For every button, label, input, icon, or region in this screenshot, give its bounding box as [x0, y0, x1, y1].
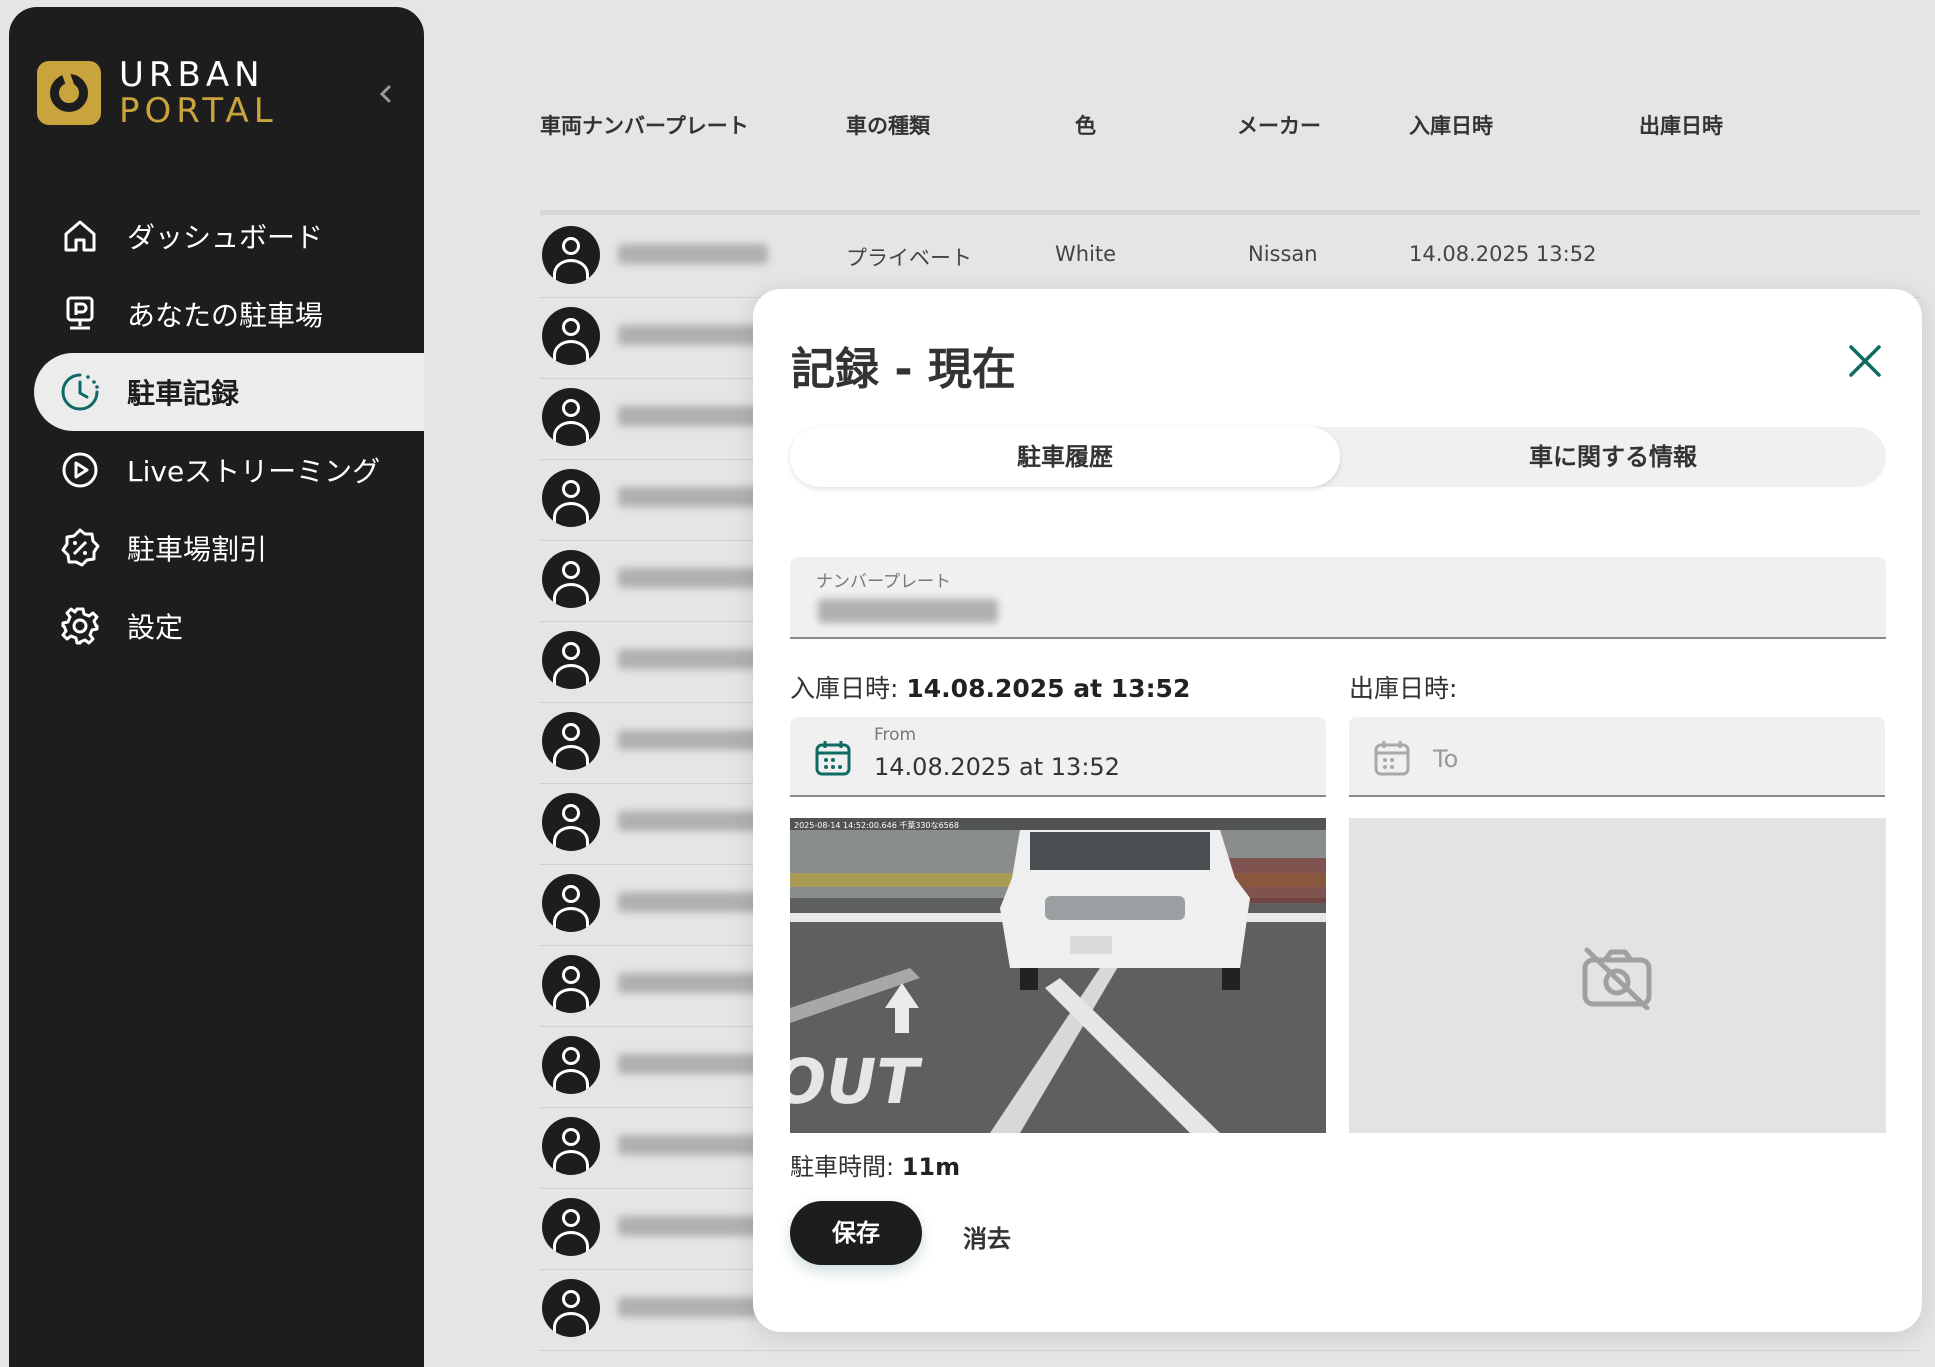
calendar-icon — [815, 741, 851, 776]
sidebar-item-label: ダッシュボード — [127, 221, 324, 254]
avatar-icon — [542, 955, 600, 1013]
parking-camera-image: OUT 2025-08-14 14:52:00.646 千葉330な6568 — [790, 818, 1326, 1133]
blurred-plate — [618, 730, 768, 750]
to-placeholder: To — [1433, 745, 1459, 773]
exit-datetime-label: 出庫日時: — [1349, 674, 1458, 703]
clock-history-icon — [57, 369, 103, 415]
sidebar-item-parking-discount[interactable]: 駐車場割引 — [9, 509, 424, 587]
modal-title: 記録 - 現在 — [791, 344, 1016, 395]
entry-label-text: 入庫日時: — [790, 674, 899, 703]
cell-type: プライベート — [846, 246, 972, 270]
avatar-icon — [542, 388, 600, 446]
sidebar-nav: ダッシュボード あなたの駐車場 駐車記録 Liveストリーミング 駐車場割引 設… — [9, 197, 424, 665]
blurred-plate — [618, 811, 768, 831]
col-header-type[interactable]: 車の種類 — [846, 110, 930, 140]
avatar-icon — [542, 1198, 600, 1256]
sidebar-item-label: 駐車記録 — [127, 377, 240, 410]
blurred-plate — [618, 325, 768, 345]
camera-timestamp-overlay: 2025-08-14 14:52:00.646 千葉330な6568 — [794, 820, 959, 830]
logo-text-urban: URBAN — [119, 55, 265, 95]
blurred-plate — [618, 973, 768, 993]
discount-badge-icon — [57, 525, 103, 571]
duration-label: 駐車時間: — [790, 1153, 895, 1181]
blurred-plate-value — [818, 599, 998, 623]
sidebar-item-label: 駐車場割引 — [127, 533, 268, 566]
avatar-icon — [542, 550, 600, 608]
avatar-icon — [542, 631, 600, 689]
sidebar: URBAN PORTAL ダッシュボード あなたの駐車場 駐車記録 Liveスト… — [9, 7, 424, 1367]
urban-portal-logo[interactable]: URBAN PORTAL — [37, 57, 278, 129]
col-header-exit[interactable]: 出庫日時 — [1639, 110, 1723, 140]
blurred-plate — [618, 892, 768, 912]
sidebar-item-dashboard[interactable]: ダッシュボード — [9, 197, 424, 275]
blurred-plate — [618, 1297, 768, 1317]
sidebar-item-label: あなたの駐車場 — [127, 299, 324, 332]
avatar-icon — [542, 1117, 600, 1175]
gear-icon — [57, 603, 103, 649]
plate-number-label: ナンバープレート — [816, 572, 951, 592]
sidebar-item-live-streaming[interactable]: Liveストリーミング — [9, 431, 424, 509]
cell-entry: 14.08.2025 13:52 — [1409, 242, 1597, 266]
col-header-plate[interactable]: 車両ナンバープレート — [540, 110, 749, 140]
clear-button[interactable]: 消去 — [963, 1219, 1011, 1254]
blurred-plate — [618, 1216, 768, 1236]
logo-text-portal: PORTAL — [119, 91, 278, 131]
blurred-plate — [618, 649, 768, 669]
close-icon — [1849, 345, 1881, 377]
avatar-icon — [542, 874, 600, 932]
sidebar-item-settings[interactable]: 設定 — [9, 587, 424, 665]
blurred-plate — [618, 244, 768, 264]
chevron-left-icon — [379, 85, 391, 103]
parking-duration: 駐車時間: 11m — [790, 1147, 960, 1182]
avatar-icon — [542, 712, 600, 770]
blurred-plate — [618, 406, 768, 426]
sidebar-item-your-parking[interactable]: あなたの駐車場 — [9, 275, 424, 353]
modal-tabs: 駐車履歴 車に関する情報 — [790, 427, 1886, 487]
table-header-divider — [540, 210, 1920, 215]
sidebar-item-parking-records[interactable]: 駐車記録 — [34, 353, 424, 431]
collapse-sidebar-button[interactable] — [374, 79, 398, 109]
table-row[interactable]: プライベート White Nissan 14.08.2025 13:52 — [540, 216, 1920, 298]
avatar-icon — [542, 226, 600, 284]
blurred-plate — [618, 568, 768, 588]
col-header-maker[interactable]: メーカー — [1237, 110, 1321, 140]
entry-camera-photo[interactable]: OUT 2025-08-14 14:52:00.646 千葉330な6568 — [790, 818, 1326, 1133]
duration-value: 11m — [901, 1153, 961, 1181]
cell-color: White — [1055, 242, 1117, 266]
entry-datetime-label: 入庫日時: 14.08.2025 at 13:52 — [790, 669, 1190, 705]
road-marking-text: OUT — [790, 1045, 926, 1117]
cell-maker: Nissan — [1248, 242, 1318, 266]
sidebar-item-label: Liveストリーミング — [127, 455, 381, 488]
sidebar-item-label: 設定 — [127, 611, 184, 644]
blurred-plate — [618, 1135, 768, 1155]
no-camera-icon — [1582, 947, 1652, 1010]
close-modal-button[interactable] — [1843, 339, 1887, 383]
avatar-icon — [542, 469, 600, 527]
logo-mark-icon — [37, 61, 101, 125]
avatar-icon — [542, 793, 600, 851]
exit-camera-placeholder — [1349, 818, 1886, 1133]
from-value: 14.08.2025 at 13:52 — [874, 753, 1120, 781]
avatar-icon — [542, 1279, 600, 1337]
entry-value-text: 14.08.2025 at 13:52 — [906, 674, 1191, 703]
save-button[interactable]: 保存 — [790, 1201, 922, 1265]
plate-number-field[interactable]: ナンバープレート — [790, 557, 1886, 639]
avatar-icon — [542, 307, 600, 365]
to-date-field[interactable]: To — [1349, 717, 1885, 797]
calendar-icon — [1374, 741, 1410, 776]
from-date-field[interactable]: From 14.08.2025 at 13:52 — [790, 717, 1326, 797]
blurred-plate — [618, 1054, 768, 1074]
parking-sign-icon — [57, 291, 103, 337]
from-label: From — [874, 725, 917, 745]
home-icon — [57, 213, 103, 259]
record-modal: 記録 - 現在 駐車履歴 車に関する情報 ナンバープレート 入庫日時: 14.0… — [753, 289, 1922, 1332]
play-circle-icon — [57, 447, 103, 493]
col-header-entry[interactable]: 入庫日時 — [1409, 110, 1493, 140]
tab-parking-history[interactable]: 駐車履歴 — [790, 427, 1340, 487]
tab-vehicle-info[interactable]: 車に関する情報 — [1340, 427, 1886, 487]
blurred-plate — [618, 487, 768, 507]
col-header-color[interactable]: 色 — [1075, 110, 1096, 140]
avatar-icon — [542, 1036, 600, 1094]
